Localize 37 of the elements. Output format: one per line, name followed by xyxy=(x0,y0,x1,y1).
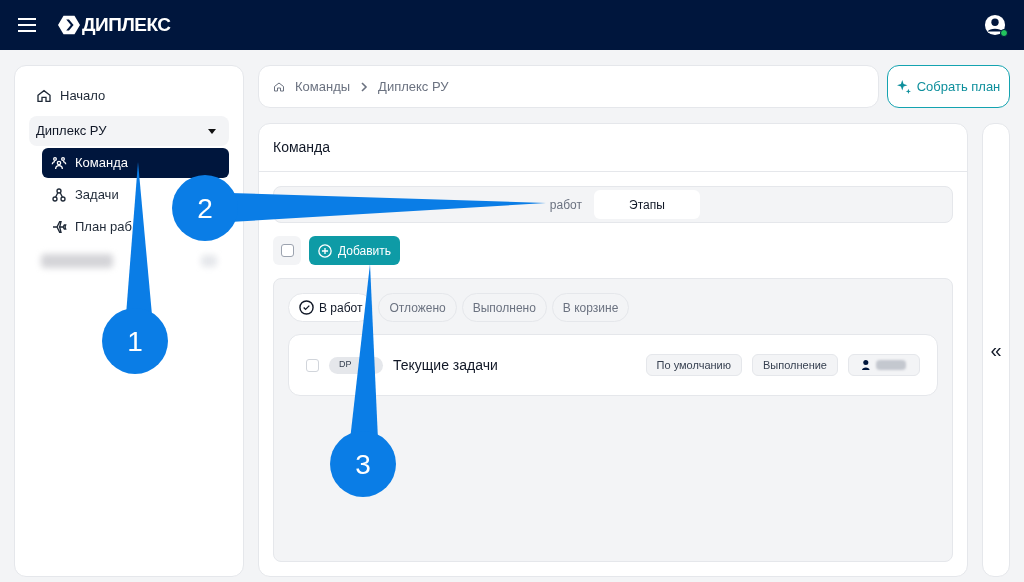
status-filter[interactable]: Отложено xyxy=(378,293,457,322)
tag: Выполнение xyxy=(751,354,838,376)
menu-icon[interactable] xyxy=(18,18,36,32)
build-plan-button[interactable]: Собрать план xyxy=(887,65,1010,108)
home-icon xyxy=(36,88,52,104)
logo-text: ДИПЛЕКС xyxy=(82,12,171,37)
breadcrumb-link[interactable]: Диплекс РУ xyxy=(378,76,449,97)
redacted-label xyxy=(875,360,906,370)
select-all-checkbox[interactable] xyxy=(280,244,294,257)
check-circle-icon xyxy=(299,300,314,315)
person-icon xyxy=(862,359,870,371)
sidebar-item[interactable]: План раб xyxy=(42,212,134,242)
status-filter[interactable]: Выполнено xyxy=(461,293,547,322)
task-title: Текущие задачи xyxy=(393,355,499,375)
breadcrumb-link[interactable]: Команды xyxy=(295,76,351,97)
chevron-right-icon xyxy=(360,81,369,92)
task-row[interactable]: DP Текущие задачи По умолчанию Выполнение xyxy=(288,334,938,396)
home-icon xyxy=(273,80,285,93)
logo-icon xyxy=(58,14,80,36)
sidebar-item[interactable]: Начало xyxy=(29,86,229,106)
collapse-button[interactable]: « xyxy=(982,123,1010,577)
plus-circle-icon xyxy=(318,243,332,258)
status-filter[interactable]: В корзине xyxy=(551,293,630,322)
row-checkbox[interactable] xyxy=(306,358,319,372)
user-avatar-icon[interactable] xyxy=(984,14,1006,36)
nodes-icon xyxy=(51,187,67,203)
caret-icon xyxy=(208,128,216,134)
airplane-icon xyxy=(51,219,67,235)
sidebar-item[interactable]: Задачи xyxy=(42,180,121,210)
tag: По умолчанию xyxy=(645,354,742,376)
sidebar-group[interactable]: Диплекс РУ xyxy=(29,116,229,146)
sparkle-icon xyxy=(896,79,911,94)
people-icon xyxy=(51,155,67,171)
panel-title: Команда xyxy=(273,138,331,157)
sidebar-item[interactable]: Команда xyxy=(42,148,229,178)
redacted-label xyxy=(41,254,113,268)
tab[interactable]: Этапы xyxy=(594,190,700,219)
